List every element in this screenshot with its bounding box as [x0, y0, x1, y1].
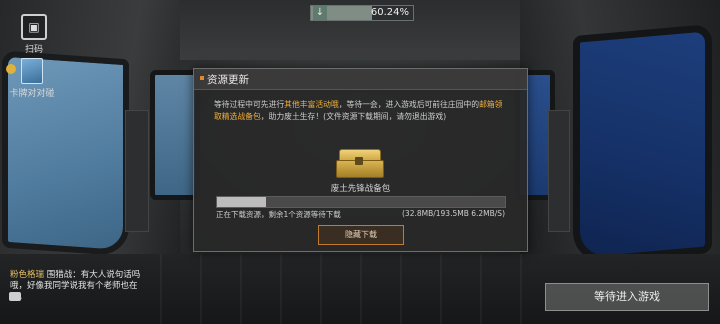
wait-enter-game-button[interactable]: 等待进入游戏 — [545, 283, 709, 311]
title-marker-icon — [200, 76, 204, 80]
dialog-header: 资源更新 — [194, 69, 527, 90]
dialog-message: 等待过程中可先进行其他丰富活动哦，等待一会，进入游戏后可前往庄园中的邮箱领取精选… — [214, 99, 509, 123]
message-highlight: 其他丰富活动哦 — [284, 100, 339, 109]
card-match-label: 卡牌对对碰 — [9, 89, 55, 99]
card-match-button[interactable]: 卡牌对对碰 — [4, 58, 60, 99]
download-progress-bar: ↓ 60.24% — [310, 5, 414, 21]
message-part: ，助力废土生存！(文件资源下载期间，请勿退出游戏) — [260, 112, 447, 121]
scan-label: 扫码 — [24, 45, 43, 55]
wall-panel — [548, 110, 570, 232]
pack-label: 废土先锋战备包 — [330, 184, 391, 194]
message-part: 等待过程中可先进行 — [214, 100, 285, 109]
chat-message[interactable]: 粉色格瑞 围猎战：有大人说句话吗哦，好像我同学说我有个老师也在玩。 — [10, 270, 150, 303]
right-window — [573, 23, 712, 266]
chat-bubble-icon[interactable] — [9, 292, 21, 301]
dialog-title: 资源更新 — [207, 74, 249, 86]
card-badge-icon — [6, 64, 16, 74]
download-icon: ↓ — [313, 6, 327, 20]
resource-update-dialog: 资源更新 等待过程中可先进行其他丰富活动哦，等待一会，进入游戏后可前往庄园中的邮… — [193, 68, 528, 252]
download-percent: 60.24% — [370, 7, 409, 18]
supply-chest-icon — [336, 149, 384, 178]
resource-progress-fill — [217, 197, 266, 207]
download-status: 正在下载资源，剩余1个资源等待下载 — [216, 210, 341, 219]
chest-lock — [355, 157, 363, 165]
card-icon — [21, 58, 43, 84]
scan-button[interactable]: ▣ 扫码 — [14, 14, 54, 55]
message-part: ，等待一会，进入游戏后可前往庄园中的 — [338, 100, 480, 109]
resource-progress-bar — [216, 196, 506, 208]
floor-grating — [160, 254, 560, 324]
qr-scan-icon: ▣ — [21, 14, 47, 40]
download-size: (32.8MB/193.5MB 6.2MB/S) — [402, 209, 505, 218]
wall-panel — [125, 110, 149, 232]
hide-download-button[interactable]: 隐藏下载 — [318, 225, 404, 245]
chat-sender: 粉色格瑞 — [10, 270, 45, 280]
